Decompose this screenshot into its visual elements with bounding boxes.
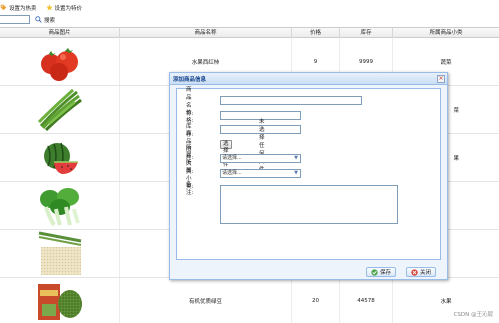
close-button[interactable]: 关闭 — [406, 267, 437, 277]
set-hot-label: 设置为热卖 — [9, 5, 37, 12]
search-label: 搜索 — [44, 17, 56, 24]
green-beans-image — [37, 88, 82, 131]
save-button[interactable]: 保存 — [366, 267, 397, 277]
close-label: 关闭 — [420, 270, 432, 276]
close-icon[interactable]: × — [437, 75, 445, 83]
product-image-cell — [0, 86, 120, 133]
remark-textarea[interactable] — [220, 185, 398, 224]
table-row[interactable]: 有机优质绿豆 20 44578 水果 — [0, 278, 499, 323]
product-name-cell: 有机优质绿豆 — [120, 278, 292, 323]
rice-image — [38, 231, 81, 275]
search-bar: 搜索 — [0, 14, 55, 25]
check-icon — [371, 268, 378, 276]
star-icon — [45, 4, 53, 11]
name-input[interactable] — [220, 96, 362, 105]
remark-label: 备注: — [186, 181, 194, 196]
toolbar: 设置为热卖 设置为特价 搜索 — [0, 0, 499, 26]
subcategory-select[interactable]: 请选择... ▼ — [220, 169, 301, 178]
mung-beans-image — [37, 283, 82, 320]
product-stock-cell: 44578 — [340, 278, 393, 323]
product-image-cell — [0, 230, 120, 277]
search-input[interactable] — [0, 15, 30, 24]
choose-file-button[interactable]: 选择文件 — [220, 140, 232, 168]
tag-icon — [0, 4, 7, 11]
product-image-cell — [0, 278, 120, 323]
dialog-title: 添加商品信息 — [173, 77, 207, 83]
dialog-form: 商品名称: 价格: 库存: 商品图片: 选择文件 未选择任何文件 所属大类: 请… — [176, 87, 441, 260]
dialog-footer: 保存 关闭 — [170, 264, 447, 279]
product-image-cell — [0, 38, 120, 85]
cancel-icon — [411, 268, 418, 276]
search-icon — [35, 16, 42, 23]
chevron-down-icon: ▼ — [294, 155, 298, 161]
chevron-down-icon: ▼ — [294, 170, 298, 176]
toolbar-actions: 设置为热卖 设置为特价 — [0, 2, 91, 13]
subcategory-selected-value: 请选择... — [222, 170, 242, 176]
tomato-image — [40, 47, 78, 81]
bok-choy-image — [39, 187, 80, 226]
product-image-cell — [0, 134, 120, 181]
dialog-titlebar[interactable]: 添加商品信息 × — [170, 73, 447, 85]
product-price-cell: 20 — [292, 278, 340, 323]
set-hot-button[interactable]: 设置为热卖 — [0, 4, 37, 12]
set-special-label: 设置为特价 — [54, 5, 83, 12]
save-label: 保存 — [380, 270, 392, 276]
grid-header: 商品图片 商品名称 价格 库存 所属商品小类 — [0, 27, 499, 39]
watermark: CSDN @王沁屁 — [453, 312, 493, 318]
set-special-button[interactable]: 设置为特价 — [45, 4, 83, 12]
add-product-dialog: 添加商品信息 × 商品名称: 价格: 库存: 商品图片: 选择文件 未选择任何文… — [169, 72, 448, 280]
category-select[interactable]: 请选择... ▼ — [220, 154, 301, 163]
category-selected-value: 请选择... — [222, 155, 242, 161]
search-button[interactable]: 搜索 — [35, 16, 55, 24]
file-status: 未选择任何文件 — [259, 118, 265, 173]
watermelon-image — [43, 142, 78, 174]
product-image-cell — [0, 182, 120, 229]
